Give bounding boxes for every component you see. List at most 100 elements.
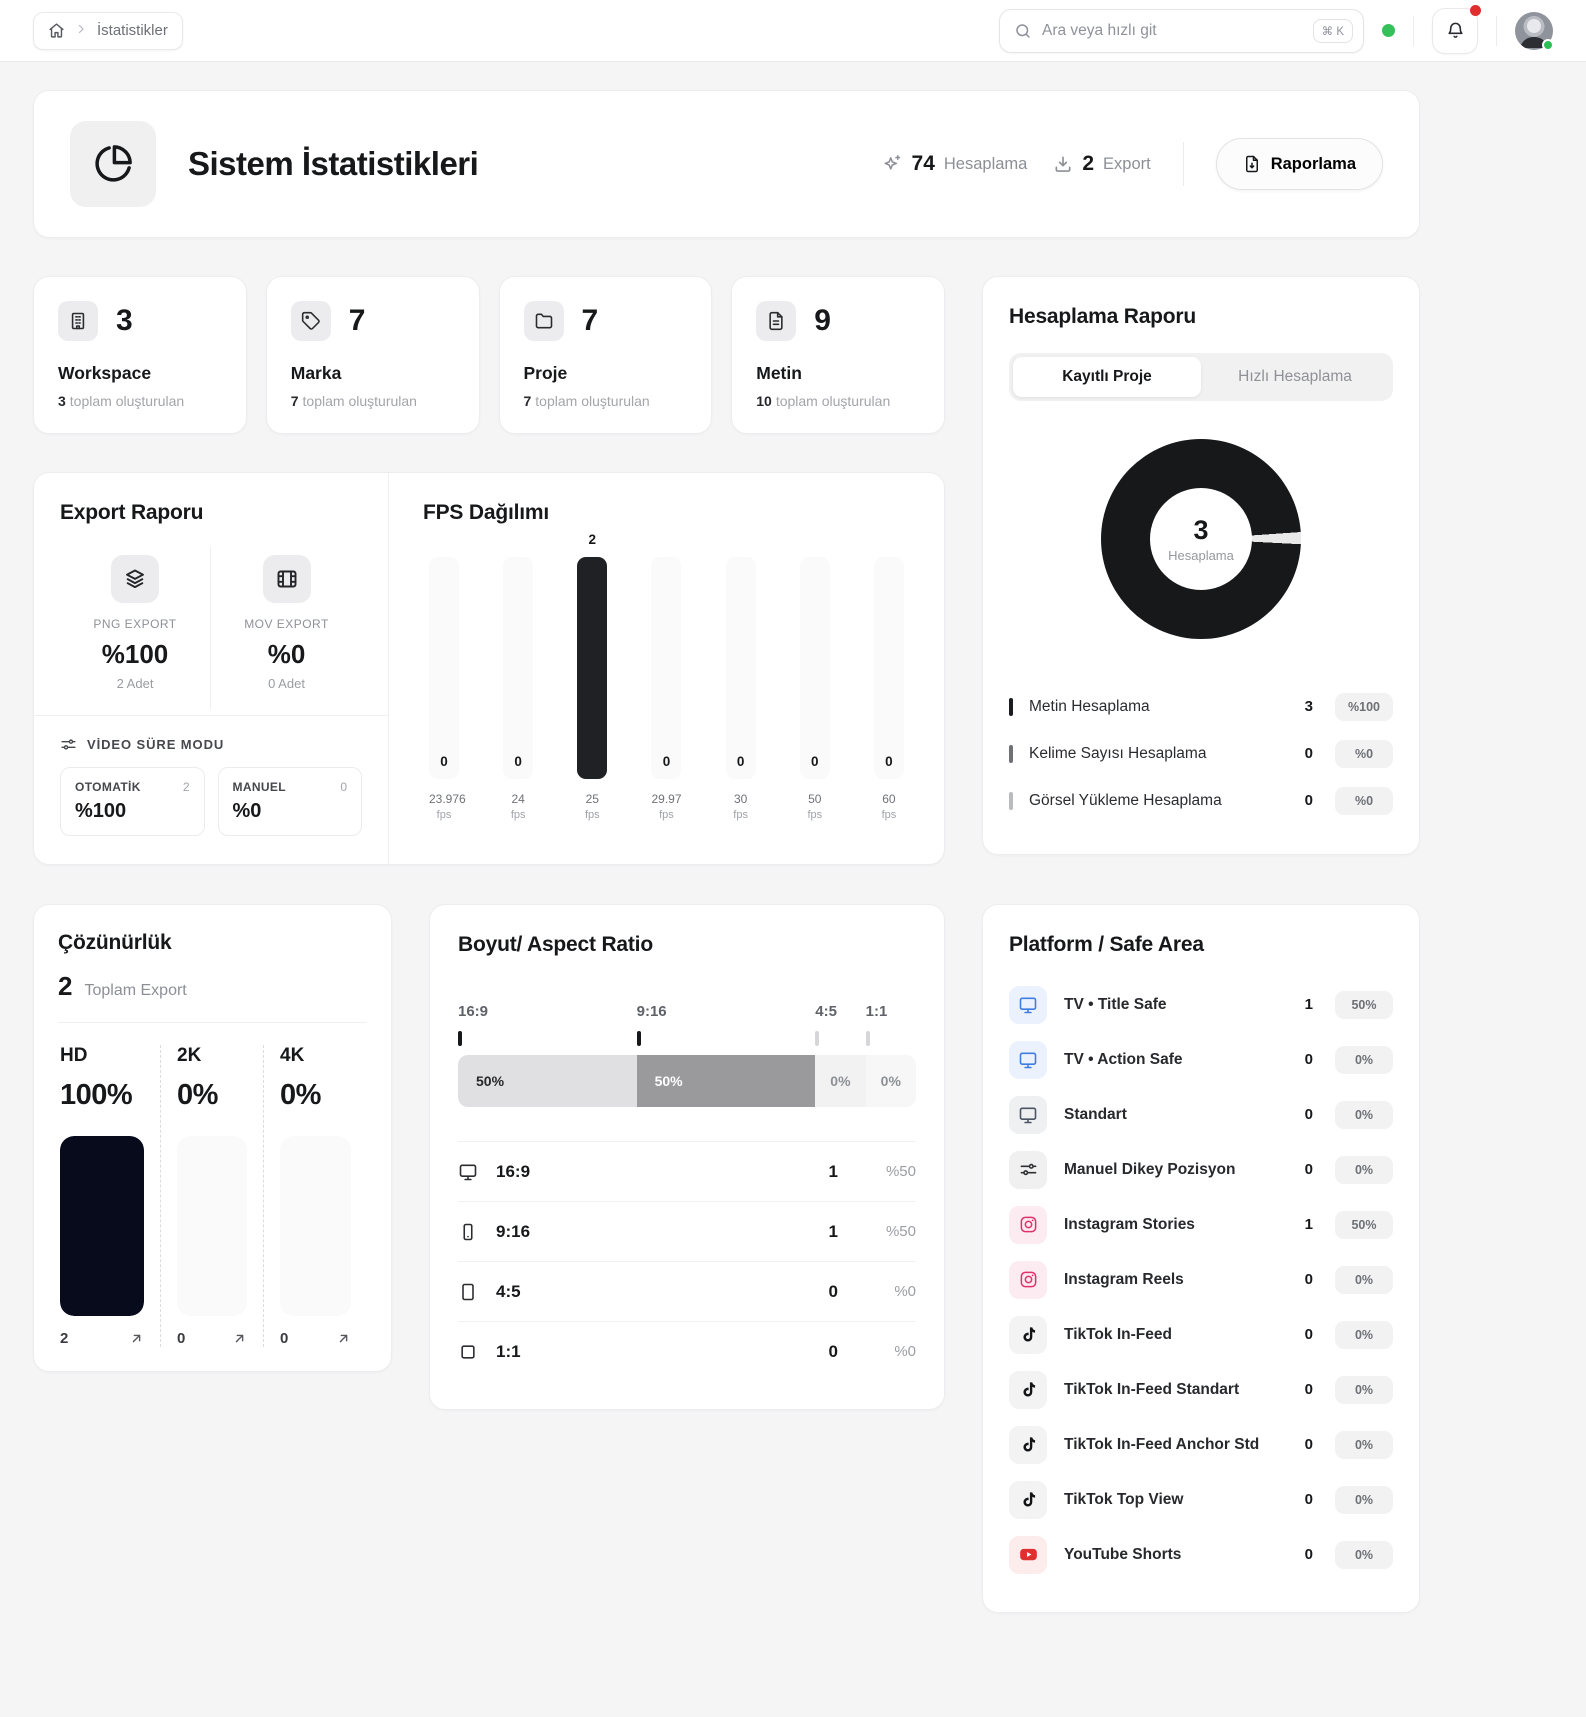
fps-bar-track [503, 557, 533, 779]
fps-axis-unit: fps [800, 808, 830, 824]
fps-bar-value: 0 [737, 754, 745, 769]
aspect-row-label: 4:5 [496, 1282, 521, 1302]
platform-row-count: 0 [1305, 1326, 1313, 1343]
aspect-segment-percent: 50% [655, 1073, 683, 1089]
mode-label: MANUEL [233, 780, 287, 794]
aspect-segment: 50% [458, 1055, 637, 1107]
folder-icon [524, 301, 564, 341]
aspect-title: Boyut/ Aspect Ratio [458, 933, 916, 957]
fps-bar-value: 0 [885, 754, 893, 769]
film-icon [263, 555, 311, 603]
platform-row-label: TikTok In-Feed Standart [1064, 1381, 1239, 1399]
sparkles-icon [882, 154, 903, 175]
platform-row-percent-badge: 0% [1335, 1101, 1393, 1129]
export-value: 2 [1082, 152, 1094, 176]
youtube-icon [1018, 1544, 1039, 1565]
format-label: PNG EXPORT [93, 617, 176, 631]
arrow-up-right-icon[interactable] [336, 1331, 351, 1346]
legend-label: Kelime Sayısı Hesaplama [1029, 745, 1206, 763]
resolution-count: 2 [60, 1330, 68, 1347]
fps-bar-track [874, 557, 904, 779]
fps-bar-value: 2 [589, 532, 597, 547]
legend-percent-badge: %100 [1335, 693, 1393, 721]
aspect-row-percent: %50 [838, 1163, 916, 1180]
platform-icon-tile [1009, 1371, 1047, 1409]
platform-icon-tile [1009, 1426, 1047, 1464]
aspect-scale-tick [458, 1031, 462, 1046]
user-menu[interactable] [1515, 12, 1553, 50]
stat-label: Workspace [58, 363, 222, 384]
export-fps-card: Export Raporu PNG EXPORT %100 2 Adet [33, 472, 945, 865]
platform-row-label: TV • Action Safe [1064, 1051, 1183, 1069]
aspect-segment: 0% [815, 1055, 865, 1107]
file-text-icon [756, 301, 796, 341]
platform-title: Platform / Safe Area [1009, 933, 1393, 957]
platform-row-label: Instagram Reels [1064, 1271, 1184, 1289]
phone-icon [458, 1222, 478, 1242]
platform-row-label: Instagram Stories [1064, 1216, 1195, 1234]
arrow-up-right-icon[interactable] [129, 1331, 144, 1346]
search-input[interactable] [1042, 22, 1303, 40]
platform-row: Standart00% [1009, 1087, 1393, 1142]
platform-row-percent-badge: 0% [1335, 1541, 1393, 1569]
platform-row: Instagram Reels00% [1009, 1252, 1393, 1307]
hesaplama-tabs: Kayıtlı Proje Hızlı Hesaplama [1009, 353, 1393, 401]
tab-hizli-hesaplama[interactable]: Hızlı Hesaplama [1201, 357, 1389, 397]
stat-card-workspace: 3 Workspace 3toplam oluşturulan [33, 276, 247, 434]
platform-row-count: 0 [1305, 1271, 1313, 1288]
tab-kayitli-proje[interactable]: Kayıtlı Proje [1013, 357, 1201, 397]
platform-row-label: TikTok Top View [1064, 1491, 1183, 1509]
calc-stat: 74 Hesaplama [882, 152, 1028, 176]
stat-card-metin: 9 Metin 10toplam oluşturulan [731, 276, 945, 434]
platform-row: Manuel Dikey Pozisyon00% [1009, 1142, 1393, 1197]
divider [58, 1022, 367, 1023]
platform-row-label: TikTok In-Feed [1064, 1326, 1172, 1344]
platform-icon-tile [1009, 1536, 1047, 1574]
aspect-row-percent: %50 [838, 1223, 916, 1240]
search-box: ⌘ K [999, 9, 1364, 53]
format-count: 0 Adet [268, 676, 305, 691]
legend-marker [1009, 792, 1013, 810]
cozunurluk-total-label: Toplam Export [84, 982, 186, 1000]
fps-bar-column: 225fps [577, 557, 607, 824]
aspect-row-label: 9:16 [496, 1222, 530, 1242]
aspect-row-percent: %0 [838, 1283, 916, 1300]
aspect-segment-percent: 0% [830, 1073, 850, 1089]
resolution-label: 2K [177, 1045, 247, 1067]
legend-count: 0 [1305, 745, 1313, 762]
stat-value: 3 [116, 304, 133, 338]
export-report-section: Export Raporu PNG EXPORT %100 2 Adet [34, 473, 388, 864]
resolution-count: 0 [280, 1330, 288, 1347]
page-header-card: Sistem İstatistikleri 74 Hesaplama 2 Exp… [33, 90, 1420, 238]
platform-row-percent-badge: 50% [1335, 1211, 1393, 1239]
platform-row-percent-badge: 0% [1335, 1046, 1393, 1074]
aspect-row: 9:161%50 [458, 1201, 916, 1261]
report-button[interactable]: Raporlama [1216, 138, 1383, 190]
mode-manuel: MANUEL 0 %0 [218, 767, 363, 836]
aspect-segment: 0% [866, 1055, 916, 1107]
stat-label: Marka [291, 363, 455, 384]
monitor-icon [1018, 1105, 1038, 1125]
resolution-count: 0 [177, 1330, 185, 1347]
search-icon [1014, 22, 1032, 40]
legend-percent-badge: %0 [1335, 787, 1393, 815]
aspect-segment-percent: 50% [476, 1073, 504, 1089]
resolution-label: 4K [280, 1045, 351, 1067]
stat-total-label: toplam oluşturulan [70, 393, 184, 409]
platform-row: TV • Title Safe150% [1009, 977, 1393, 1032]
breadcrumb[interactable]: İstatistikler [33, 12, 183, 50]
aspect-segment-percent: 0% [881, 1073, 901, 1089]
fps-axis-label: 25 [577, 791, 607, 808]
fps-bars: 023.976fps024fps225fps029.97fps030fps050… [423, 557, 910, 824]
platform-row: TikTok In-Feed Standart00% [1009, 1362, 1393, 1417]
resolution-percent: 0% [177, 1079, 247, 1112]
aspect-row: 4:50%0 [458, 1261, 916, 1321]
notification-badge [1470, 5, 1481, 16]
notifications-button[interactable] [1432, 8, 1478, 54]
online-status-dot [1542, 39, 1554, 51]
aspect-rows: 16:91%509:161%504:50%01:10%0 [458, 1141, 916, 1381]
legend-item: Kelime Sayısı Hesaplama 0 %0 [1009, 730, 1393, 777]
arrow-up-right-icon[interactable] [232, 1331, 247, 1346]
fps-bar-value: 0 [514, 754, 522, 769]
monitor-icon [1018, 995, 1038, 1015]
